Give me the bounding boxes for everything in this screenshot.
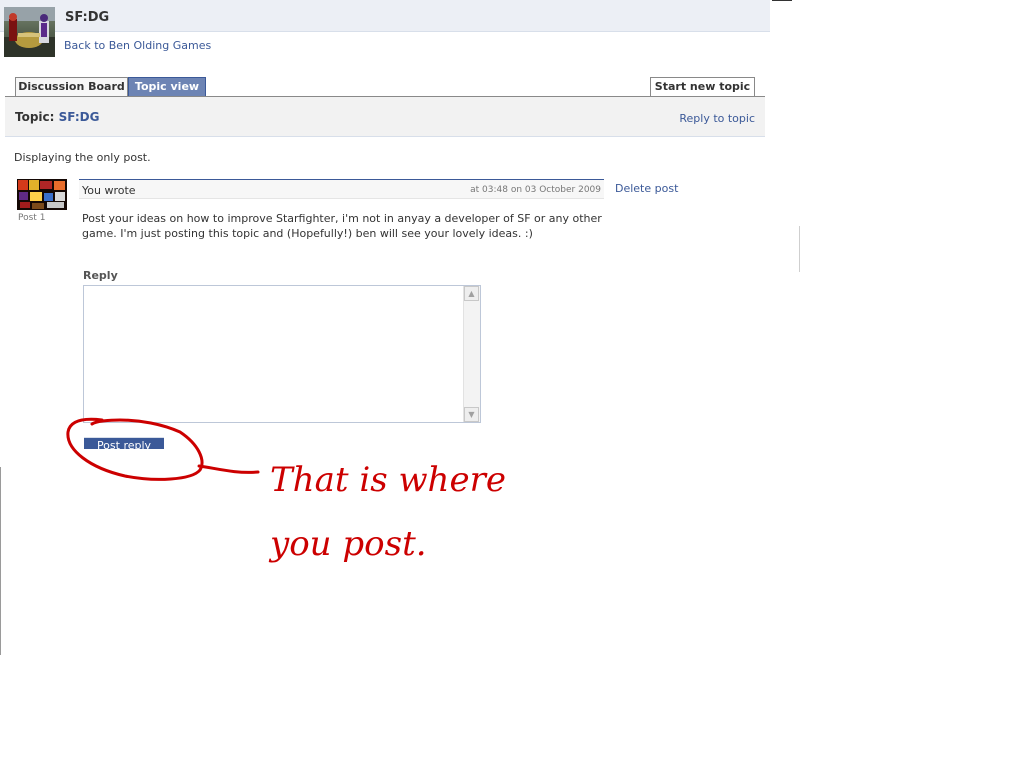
annotation-text: That is where you post.: [270, 460, 506, 564]
left-edge-rule: [0, 467, 1, 655]
right-edge-rule: [799, 226, 800, 272]
annotation-circle-arrow: [66, 417, 260, 481]
